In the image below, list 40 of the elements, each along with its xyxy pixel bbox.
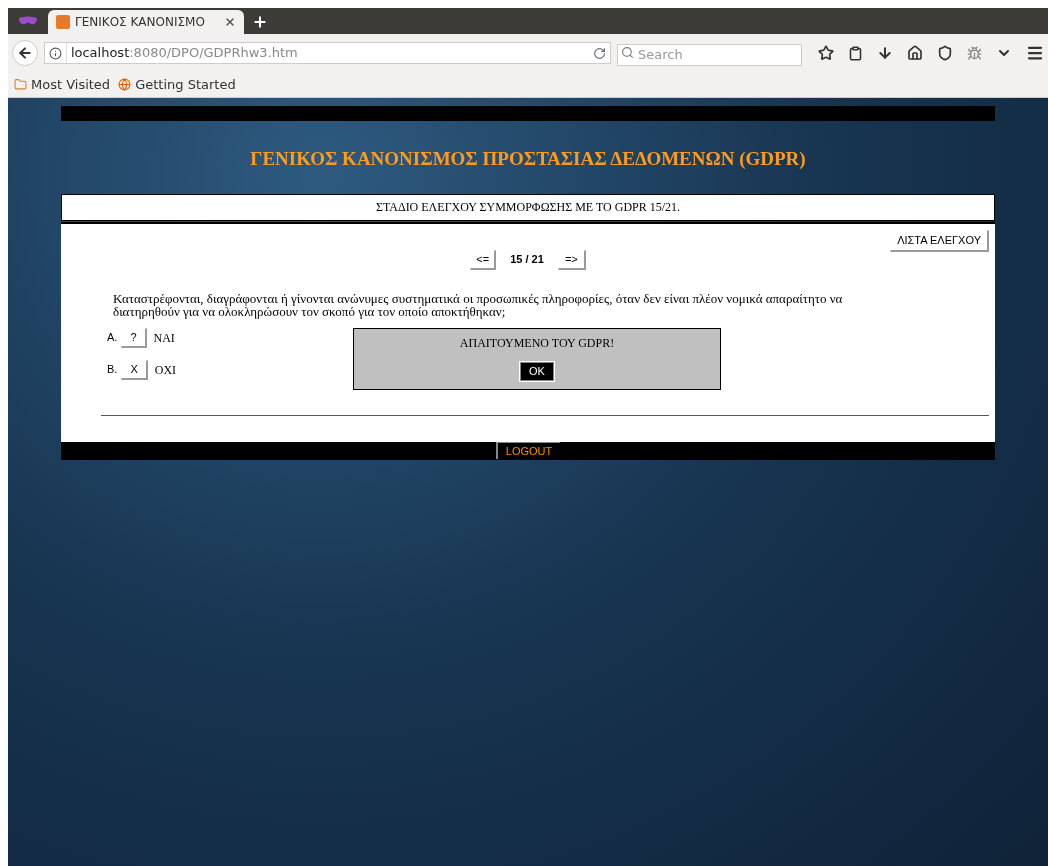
close-icon[interactable] [224, 16, 236, 28]
menu-icon[interactable] [1026, 44, 1044, 62]
checklist-button[interactable]: ΛΙΣΤΑ ΕΛΕΓΧΟΥ [890, 229, 989, 252]
answer-letter: B. [107, 362, 118, 378]
alert-message: ΑΠΑΙΤΟΥΜΕΝΟ ΤΟΥ GDPR! [459, 334, 615, 352]
bookmark-item[interactable]: Getting Started [118, 74, 236, 95]
download-icon[interactable] [877, 45, 893, 61]
mask-icon [18, 16, 38, 26]
search-icon [620, 46, 634, 59]
bug-icon[interactable] [967, 45, 982, 61]
search-field[interactable]: Search [616, 43, 802, 66]
home-icon[interactable] [907, 45, 923, 61]
answer-label: ΝΑΙ [153, 329, 175, 347]
shield-icon[interactable] [937, 45, 953, 61]
logout-button[interactable]: LOGOUT [495, 441, 561, 459]
answer-letter: A. [107, 330, 118, 346]
answer-label: ΟΧΙ [154, 361, 177, 379]
question-text: Καταστρέφονται, διαγράφονται ή γίνονται ανώνυμες συστηματικά οι προσωπικές πληροφορίες, όταν δεν είναι πλέον νομικά απαραίτητο να διατηρηθούν για να ολοκληρώσουν τον σκοπό για τον οποίο αποκτήθηκαν; [113, 291, 844, 318]
back-button[interactable] [12, 40, 38, 66]
info-icon [48, 46, 62, 60]
favicon-icon [56, 15, 70, 29]
tab-title: ΓΕΝΙΚΟΣ ΚΑΝΟΝΙΣΜΟ [75, 14, 206, 31]
clipboard-icon[interactable] [848, 45, 863, 61]
folder-icon [14, 78, 27, 91]
next-button[interactable]: => [557, 249, 586, 270]
browser-tab[interactable]: ΓΕΝΙΚΟΣ ΚΑΝΟΝΙΣΜΟ [48, 10, 244, 34]
stage-heading: ΣΤΑΔΙΟ ΕΛΕΓΧΟΥ ΣΥΜΜΟΡΦΩΣΗΣ ΜΕ ΤΟ GDPR 15/21. [61, 193, 995, 221]
globe-icon [118, 78, 132, 91]
answer-button[interactable]: X [121, 359, 148, 380]
bookmark-star-icon[interactable] [818, 45, 834, 61]
reload-icon[interactable] [592, 46, 606, 60]
ok-button[interactable]: OK [520, 361, 554, 381]
url-text: localhost:8080/DPO/GDPRhw3.htm [65, 43, 589, 63]
prev-button[interactable]: <= [470, 249, 497, 270]
page-title: ΓΕΝΙΚΟΣ ΚΑΝΟΝΙΣΜΟΣ ΠΡΟΣΤΑΣΙΑΣ ΔΕΔΟΜΕΝΩΝ (GDPR) [249, 147, 807, 171]
answer-button[interactable]: ? [121, 327, 147, 348]
bookmark-item[interactable]: Most Visited [14, 74, 111, 95]
url-field[interactable]: localhost:8080/DPO/GDPRhw3.htm [43, 42, 611, 64]
new-tab-icon[interactable] [252, 14, 268, 30]
page-counter: 15 / 21 [510, 252, 544, 268]
